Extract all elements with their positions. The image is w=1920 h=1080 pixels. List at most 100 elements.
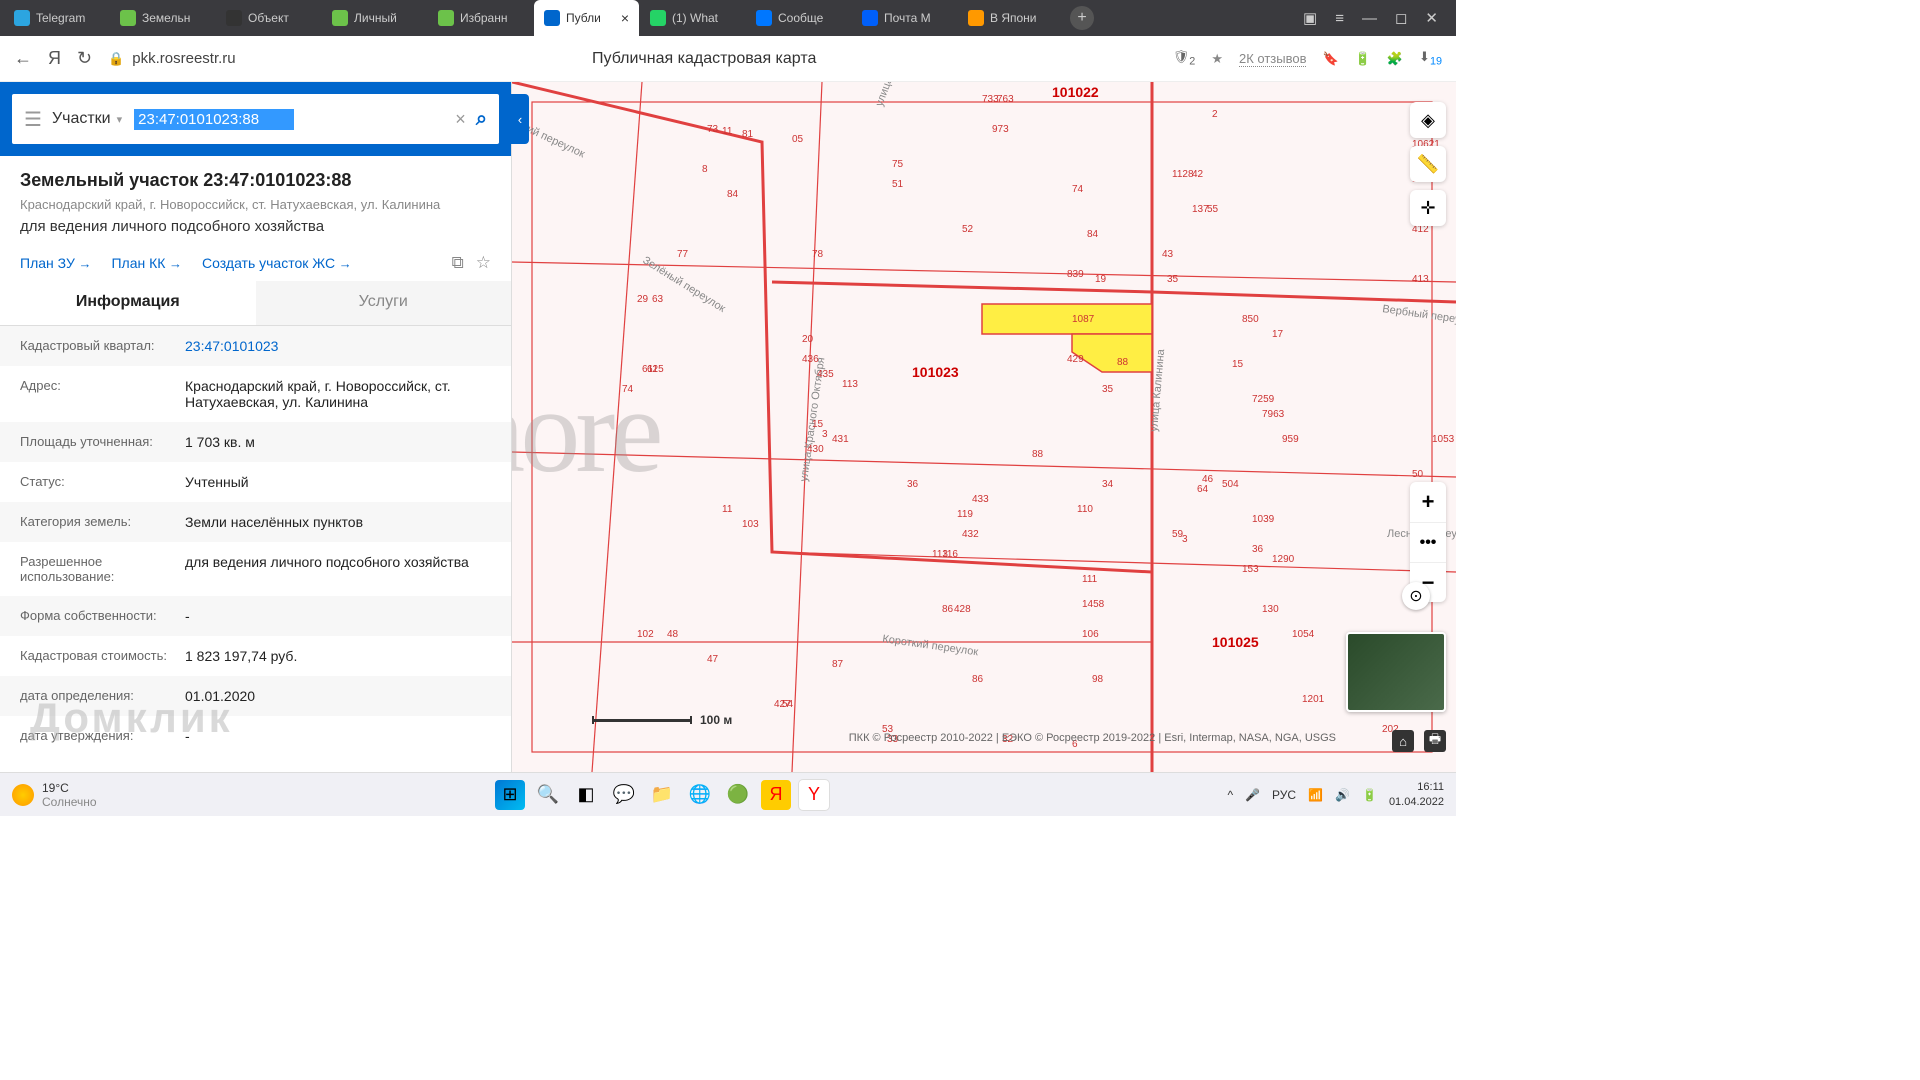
chevron-down-icon[interactable]: ▾: [117, 113, 123, 126]
svg-text:113: 113: [842, 379, 858, 390]
downloads-icon[interactable]: ⬇19: [1419, 49, 1442, 68]
explorer-icon[interactable]: 📁: [647, 780, 677, 810]
mic-icon[interactable]: 🎤: [1245, 788, 1260, 802]
clear-icon[interactable]: ×: [455, 109, 466, 130]
highlighted-parcel[interactable]: [982, 304, 1152, 334]
chat-icon[interactable]: 💬: [609, 780, 639, 810]
search-icon[interactable]: ⌕: [476, 108, 487, 131]
search-taskbar-icon[interactable]: 🔍: [533, 780, 563, 810]
svg-text:88: 88: [1117, 357, 1129, 368]
clock[interactable]: 16:11 01.04.2022: [1389, 780, 1444, 809]
browser-tabs-bar: Telegram Земельн Объект Личный Избранн П…: [0, 0, 1456, 36]
svg-text:106: 106: [1082, 629, 1099, 640]
scale-text: 100 м: [700, 713, 732, 727]
tray-chevron-icon[interactable]: ^: [1227, 788, 1233, 802]
close-window-icon[interactable]: ✕: [1425, 9, 1438, 27]
locate-button[interactable]: ✛: [1410, 190, 1446, 226]
tab-vk[interactable]: Сообще: [746, 0, 851, 36]
site-icon: [544, 10, 560, 26]
wifi-icon[interactable]: 📶: [1308, 788, 1323, 802]
tab-whatsapp[interactable]: (1) What: [640, 0, 745, 36]
info-label: Разрешенное использование:: [20, 554, 185, 584]
reload-icon[interactable]: ↻: [77, 48, 92, 69]
info-row: Адрес:Краснодарский край, г. Новороссийс…: [0, 366, 511, 422]
back-icon[interactable]: ←: [14, 48, 32, 69]
info-value: 1 823 197,74 руб.: [185, 648, 491, 664]
tab-mail[interactable]: Почта М: [852, 0, 957, 36]
yandex-icon[interactable]: Я: [48, 48, 61, 69]
zoom-reset-button[interactable]: •••: [1410, 522, 1446, 562]
info-value[interactable]: 23:47:0101023: [185, 338, 491, 354]
home-map-icon[interactable]: ⌂: [1392, 730, 1414, 752]
object-title: Земельный участок 23:47:0101023:88: [20, 170, 491, 191]
info-row: Площадь уточненная:1 703 кв. м: [0, 422, 511, 462]
search-type-dropdown[interactable]: Участки: [52, 110, 111, 128]
start-button[interactable]: ⊞: [495, 780, 525, 810]
weather-temp: 19°C: [42, 781, 97, 795]
extensions-icon[interactable]: 🧩: [1387, 51, 1403, 67]
map-area[interactable]: 88 101022 101023 101025 улица Красного О…: [512, 82, 1456, 772]
site-icon: [968, 10, 984, 26]
action-links: План ЗУ План КК Создать участок ЖС ⧉ ☆: [0, 245, 511, 281]
sidebar-toggle-icon[interactable]: ▣: [1303, 9, 1317, 27]
tab-info[interactable]: Информация: [0, 281, 256, 325]
svg-text:1053: 1053: [1432, 434, 1455, 445]
layers-button[interactable]: ◈: [1410, 102, 1446, 138]
search-input[interactable]: 23:47:0101023:88: [134, 109, 294, 130]
weather-widget[interactable]: 19°C Солнечно: [12, 781, 97, 809]
scale-line: [592, 719, 692, 722]
volume-icon[interactable]: 🔊: [1335, 788, 1350, 802]
svg-text:63: 63: [652, 294, 664, 305]
yandex-browser-icon[interactable]: Y: [799, 780, 829, 810]
new-tab-button[interactable]: +: [1070, 6, 1094, 30]
tab-japan[interactable]: В Япони: [958, 0, 1063, 36]
tab-personal[interactable]: Личный: [322, 0, 427, 36]
tab-object[interactable]: Объект: [216, 0, 321, 36]
svg-text:101022: 101022: [1052, 84, 1099, 100]
yandex-red-icon[interactable]: Я: [761, 780, 791, 810]
plan-kk-link[interactable]: План КК: [111, 255, 182, 271]
lang-indicator[interactable]: РУС: [1272, 788, 1296, 802]
favorite-icon[interactable]: ☆: [476, 253, 491, 273]
info-value: -: [185, 608, 491, 624]
info-row: Разрешенное использование:для ведения ли…: [0, 542, 511, 596]
tab-telegram[interactable]: Telegram: [4, 0, 109, 36]
minimap[interactable]: ⊙: [1346, 632, 1446, 712]
svg-text:29: 29: [637, 294, 649, 305]
svg-text:52: 52: [962, 224, 974, 235]
plan-zu-link[interactable]: План ЗУ: [20, 255, 91, 271]
collapse-panel-button[interactable]: ‹: [511, 94, 529, 144]
print-map-icon[interactable]: 🖶: [1424, 730, 1446, 752]
hamburger-icon[interactable]: ☰: [24, 107, 42, 132]
tab-pkk-active[interactable]: Публи×: [534, 0, 639, 36]
minimize-icon[interactable]: —: [1362, 10, 1377, 27]
svg-text:7259: 7259: [1252, 394, 1275, 405]
tab-services[interactable]: Услуги: [256, 281, 512, 325]
taskview-icon[interactable]: ◧: [571, 780, 601, 810]
chrome-icon[interactable]: 🟢: [723, 780, 753, 810]
copy-icon[interactable]: ⧉: [452, 253, 464, 273]
maximize-icon[interactable]: ◻: [1395, 9, 1407, 27]
battery-tray-icon[interactable]: 🔋: [1362, 788, 1377, 802]
info-row: Статус:Учтенный: [0, 462, 511, 502]
compass-icon[interactable]: ⊙: [1402, 582, 1430, 610]
tab-favorites[interactable]: Избранн: [428, 0, 533, 36]
info-row: Категория земель:Земли населённых пункто…: [0, 502, 511, 542]
edge-icon[interactable]: 🌐: [685, 780, 715, 810]
svg-text:101025: 101025: [1212, 634, 1259, 650]
tab-land[interactable]: Земельн: [110, 0, 215, 36]
menu-icon[interactable]: ≡: [1335, 10, 1344, 27]
shield-icon[interactable]: 🛡2: [1173, 49, 1196, 68]
site-icon: [438, 10, 454, 26]
reviews-link[interactable]: 2К отзывов: [1239, 51, 1307, 67]
ruler-button[interactable]: 📏: [1410, 146, 1446, 182]
close-icon[interactable]: ×: [621, 10, 629, 26]
zoom-in-button[interactable]: +: [1410, 482, 1446, 522]
url-box[interactable]: 🔒 pkk.rosreestr.ru: [108, 50, 236, 67]
site-icon: [120, 10, 136, 26]
svg-text:8: 8: [702, 164, 708, 175]
info-table: Кадастровый квартал:23:47:0101023Адрес:К…: [0, 326, 511, 772]
create-zhs-link[interactable]: Создать участок ЖС: [202, 255, 352, 271]
svg-text:84: 84: [727, 189, 739, 200]
bookmark-icon[interactable]: 🔖: [1322, 51, 1338, 67]
